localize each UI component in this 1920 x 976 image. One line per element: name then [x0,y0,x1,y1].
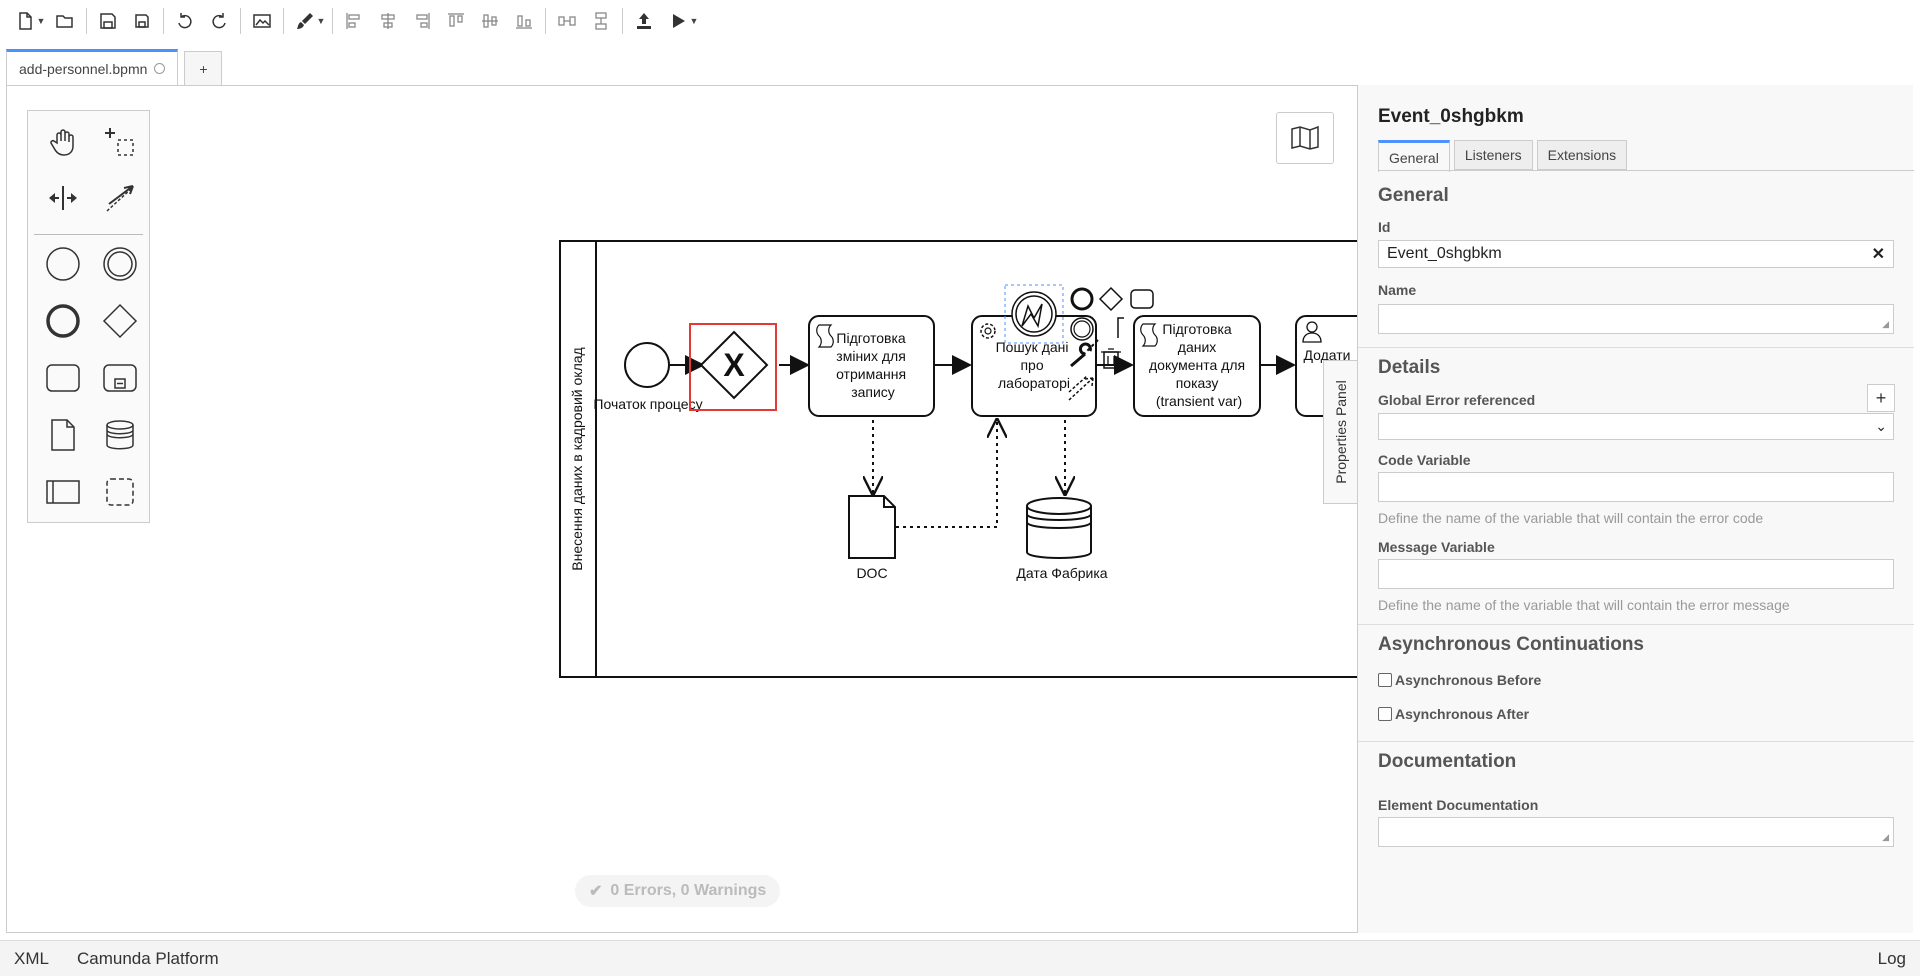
create-intermediate-event-icon[interactable] [98,242,142,286]
async-before-label: Asynchronous Before [1395,672,1542,688]
create-group-icon[interactable] [98,470,142,514]
add-global-error-button[interactable]: + [1867,384,1895,412]
data-store-label: Дата Фабрика [1016,565,1107,581]
global-connect-tool-icon[interactable] [98,176,142,220]
pool[interactable] [559,240,1361,678]
id-label: Id [1378,219,1391,235]
global-error-label: Global Error referenced [1378,392,1536,408]
create-end-event-icon[interactable] [41,299,85,343]
id-field-value: Event_0shgbkm [1387,245,1502,262]
svg-text:X: X [723,347,745,383]
message-variable-label: Message Variable [1378,539,1495,555]
text-annotation-icon[interactable] [1117,317,1124,338]
async-heading: Asynchronous Continuations [1378,634,1644,655]
global-error-select[interactable]: ⌄ [1378,413,1894,440]
element-documentation-label: Element Documentation [1378,797,1539,813]
data-store[interactable] [1026,497,1092,559]
space-tool-icon[interactable] [41,176,85,220]
append-task-icon[interactable] [1130,289,1154,309]
properties-title: Event_0shgbkm [1378,106,1524,127]
start-event-label: Початок процесу [593,396,702,412]
lint-status[interactable]: ✔ 0 Errors, 0 Warnings [575,875,781,907]
xml-button[interactable]: XML [0,949,63,969]
platform-button[interactable]: Camunda Platform [63,949,233,969]
status-bar: XML Camunda Platform Log [0,940,1920,976]
create-pool-icon[interactable] [41,470,85,514]
tab-listeners[interactable]: Listeners [1453,140,1533,170]
details-heading: Details [1378,357,1441,378]
create-start-event-icon[interactable] [41,242,85,286]
documentation-heading: Documentation [1378,751,1517,772]
element-documentation-field[interactable]: ◢ [1378,817,1894,847]
create-subprocess-icon[interactable] [98,356,142,400]
lasso-tool-icon[interactable] [98,120,142,164]
hand-tool-icon[interactable] [41,120,85,164]
name-field[interactable]: ◢ [1378,304,1894,334]
async-after-row: Asynchronous After [1378,706,1529,722]
start-event[interactable] [624,342,670,388]
code-variable-label: Code Variable [1378,452,1471,468]
async-after-label: Asynchronous After [1395,706,1530,722]
tab-general[interactable]: General [1378,140,1450,172]
resize-handle-icon[interactable]: ◢ [1882,832,1889,843]
code-variable-input[interactable] [1378,472,1894,502]
palette-separator [34,234,143,235]
data-object-label: DOC [856,565,887,581]
lane-label: Внесення даних в кадровий оклад [569,347,585,570]
properties-panel-toggle-label: Properties Panel [1332,380,1349,484]
tab-underline [1378,170,1914,171]
message-variable-input[interactable] [1378,559,1894,589]
exclusive-gateway[interactable]: X [699,330,769,400]
id-field[interactable]: Event_0shgbkm ✕ [1378,240,1894,268]
name-label: Name [1378,282,1417,298]
data-association[interactable] [896,420,997,528]
create-task-icon[interactable] [41,356,85,400]
section-divider [1358,347,1914,348]
code-variable-hint: Define the name of the variable that wil… [1378,510,1764,526]
minimap-toggle-button[interactable] [1276,112,1334,164]
append-end-event-icon[interactable] [1070,287,1094,311]
check-icon: ✔ [589,883,603,900]
clear-icon[interactable]: ✕ [1872,244,1885,264]
boundary-error-event[interactable] [1011,291,1057,337]
async-before-checkbox[interactable] [1378,673,1392,687]
section-divider [1358,624,1914,625]
properties-tabs: General Listeners Extensions [1378,140,1631,172]
map-icon [1291,125,1319,150]
append-gateway-icon[interactable] [1098,286,1124,312]
log-button[interactable]: Log [1864,949,1920,969]
resize-handle-icon[interactable]: ◢ [1882,319,1889,330]
message-variable-hint: Define the name of the variable that wil… [1378,597,1790,613]
data-object[interactable] [848,495,896,559]
create-data-object-icon[interactable] [41,413,85,457]
create-gateway-icon[interactable] [98,299,142,343]
section-divider [1358,741,1914,742]
lint-status-label: 0 Errors, 0 Warnings [610,882,767,899]
task-3-label: Підготовка даних документа для показу (t… [1149,321,1249,409]
chevron-down-icon: ⌄ [1875,418,1887,434]
async-after-checkbox[interactable] [1378,707,1392,721]
create-data-store-icon[interactable] [98,413,142,457]
tool-palette [27,110,150,523]
tab-extensions[interactable]: Extensions [1536,140,1628,170]
properties-panel: Event_0shgbkm General Listeners Extensio… [1357,85,1914,933]
properties-panel-toggle[interactable]: Properties Panel [1323,360,1357,504]
async-before-row: Asynchronous Before [1378,672,1541,688]
general-heading: General [1378,185,1449,206]
